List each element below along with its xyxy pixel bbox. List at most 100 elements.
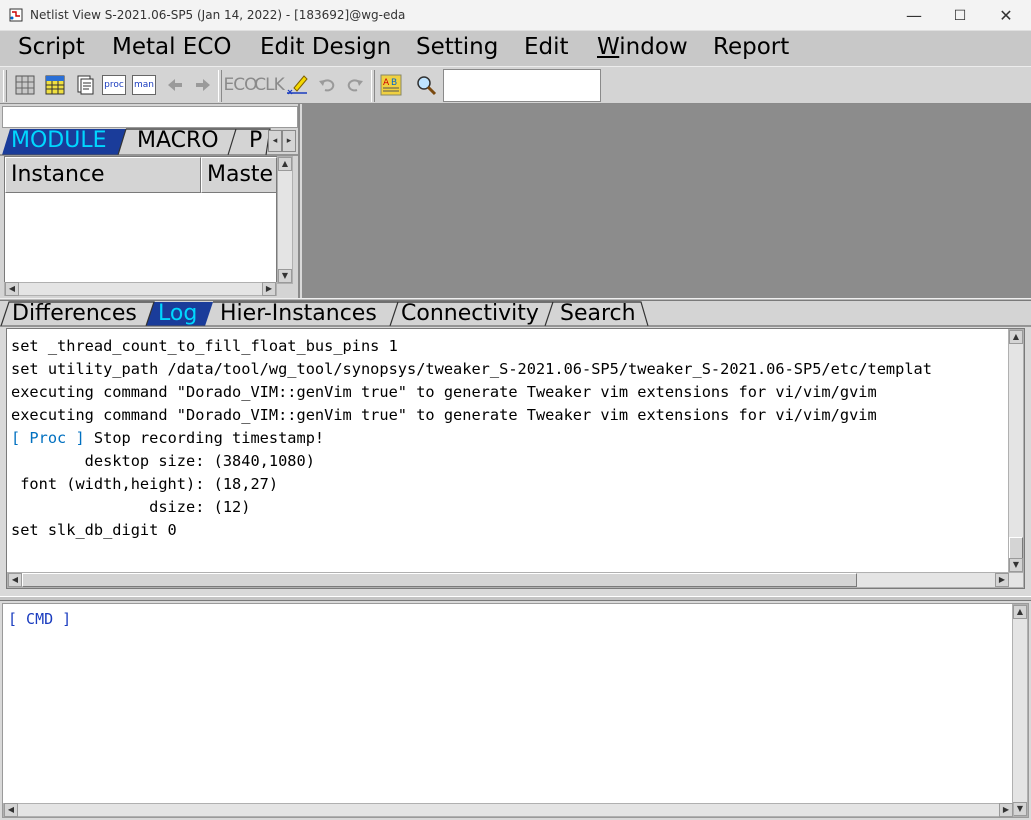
- instance-vscrollbar[interactable]: ▲ ▼: [277, 156, 293, 284]
- tab-module[interactable]: MODULE: [11, 128, 107, 156]
- menu-script[interactable]: Script: [18, 34, 85, 60]
- forward-arrow-icon: [196, 79, 210, 91]
- magnifier-icon: [417, 76, 437, 96]
- window-title: Netlist View S-2021.06-SP5 (Jan 14, 2022…: [30, 8, 406, 22]
- command-console[interactable]: [ CMD ] ▲ ▼ ◀ ▶: [2, 603, 1029, 818]
- man-button[interactable]: man: [131, 73, 157, 97]
- log-vscroll-thumb[interactable]: [1009, 537, 1023, 559]
- menu-window-mnemonic: W: [597, 34, 620, 60]
- tab-differences[interactable]: Differences: [12, 301, 137, 329]
- tab-p[interactable]: P: [249, 128, 262, 156]
- menu-report[interactable]: Report: [713, 34, 789, 60]
- toolbar: proc man ECO CLK A B: [0, 66, 1031, 104]
- log-line: set utility_path /data/tool/wg_tool/syno…: [11, 358, 932, 381]
- find-button[interactable]: [414, 73, 438, 97]
- menu-bar: Script Metal ECO Edit Design Setting Edi…: [0, 31, 1031, 66]
- log-hscrollbar[interactable]: ◀ ▶: [7, 572, 1024, 588]
- menu-window[interactable]: Window: [597, 34, 688, 60]
- instance-hscrollbar[interactable]: ◀ ▶: [4, 282, 277, 296]
- tab-scroll-right-icon[interactable]: ▸: [282, 130, 296, 152]
- undo-icon: [319, 79, 335, 92]
- svg-text:B: B: [391, 78, 397, 88]
- title-bar: Netlist View S-2021.06-SP5 (Jan 14, 2022…: [0, 0, 1031, 31]
- document-button[interactable]: [73, 73, 97, 97]
- tab-connectivity[interactable]: Connectivity: [401, 301, 539, 329]
- log-output[interactable]: set _thread_count_to_fill_float_bus_pins…: [6, 328, 1025, 589]
- menu-edit[interactable]: Edit: [524, 34, 569, 60]
- maximize-button[interactable]: ☐: [937, 0, 983, 31]
- close-button[interactable]: ✕: [983, 0, 1029, 31]
- menu-window-rest: indow: [619, 34, 688, 60]
- log-line-text: dsize: (12): [11, 498, 251, 516]
- log-line-text: Stop recording timestamp!: [84, 429, 325, 447]
- schematic-canvas[interactable]: [302, 104, 1031, 298]
- column-header-instance[interactable]: Instance: [5, 157, 201, 193]
- scroll-right-icon[interactable]: ▶: [995, 573, 1009, 587]
- scroll-down-icon[interactable]: ▼: [1009, 558, 1023, 572]
- tab-search[interactable]: Search: [560, 301, 636, 329]
- back-button[interactable]: [163, 73, 187, 97]
- tab-hier-instances[interactable]: Hier-Instances: [220, 301, 377, 329]
- document-icon: [77, 75, 94, 95]
- instance-table: Instance Maste: [4, 156, 277, 284]
- redo-button[interactable]: [343, 73, 367, 97]
- toolbar-grip[interactable]: [3, 70, 7, 102]
- scroll-left-icon[interactable]: ◀: [4, 803, 18, 817]
- eco-button[interactable]: ECO: [224, 73, 258, 97]
- log-line: font (width,height): (18,27): [11, 473, 932, 496]
- tab-log[interactable]: Log: [158, 301, 197, 329]
- log-line: executing command "Dorado_VIM::genVim tr…: [11, 381, 932, 404]
- log-lines: set _thread_count_to_fill_float_bus_pins…: [11, 335, 932, 542]
- cmd-vscrollbar[interactable]: ▲ ▼: [1012, 604, 1028, 817]
- column-header-master[interactable]: Maste: [201, 157, 277, 193]
- minimize-button[interactable]: —: [891, 0, 937, 31]
- module-filter-input[interactable]: [2, 106, 298, 128]
- highlight-button[interactable]: [285, 73, 309, 97]
- log-line: [ Proc ] Stop recording timestamp!: [11, 427, 932, 450]
- module-tabstrip: MODULE MACRO P ◂ ▸: [0, 128, 298, 156]
- cmd-splitter[interactable]: [0, 596, 1031, 601]
- cmd-hscrollbar[interactable]: ◀ ▶: [3, 803, 1014, 817]
- log-line-text: executing command "Dorado_VIM::genVim tr…: [11, 383, 877, 401]
- toolbar-separator: [218, 70, 222, 102]
- scroll-left-icon[interactable]: ◀: [5, 282, 19, 296]
- menu-setting[interactable]: Setting: [416, 34, 498, 60]
- scroll-left-icon[interactable]: ◀: [8, 573, 22, 587]
- scroll-up-icon[interactable]: ▲: [1013, 605, 1027, 619]
- log-line-text: set utility_path /data/tool/wg_tool/syno…: [11, 360, 932, 378]
- app-icon: [9, 8, 23, 22]
- undo-button[interactable]: [315, 73, 339, 97]
- log-line-text: set _thread_count_to_fill_float_bus_pins…: [11, 337, 398, 355]
- menu-edit-design[interactable]: Edit Design: [260, 34, 391, 60]
- scroll-down-icon[interactable]: ▼: [1013, 802, 1027, 816]
- redo-icon: [347, 79, 363, 92]
- scroll-down-icon[interactable]: ▼: [278, 269, 292, 283]
- tab-scroll-left-icon[interactable]: ◂: [268, 130, 282, 152]
- log-line: executing command "Dorado_VIM::genVim tr…: [11, 404, 932, 427]
- scroll-right-icon[interactable]: ▶: [999, 803, 1013, 817]
- toolbar-separator-2: [371, 70, 375, 102]
- text-color-icon: A B: [380, 74, 402, 96]
- log-line-text: desktop size: (3840,1080): [11, 452, 315, 470]
- clk-button[interactable]: CLK: [254, 73, 284, 97]
- log-line-tag: [ Proc ]: [11, 429, 85, 447]
- grid-icon: [15, 75, 35, 95]
- scroll-up-icon[interactable]: ▲: [278, 157, 292, 171]
- table-button[interactable]: [43, 73, 67, 97]
- log-hscroll-thumb[interactable]: [22, 573, 857, 587]
- scroll-right-icon[interactable]: ▶: [262, 282, 276, 296]
- log-line: desktop size: (3840,1080): [11, 450, 932, 473]
- log-line: set slk_db_digit 0: [11, 519, 932, 542]
- menu-metal-eco[interactable]: Metal ECO: [112, 34, 232, 60]
- highlight-pen-icon: [287, 75, 308, 95]
- grid-button[interactable]: [13, 73, 37, 97]
- forward-button[interactable]: [191, 73, 215, 97]
- clk-icon: CLK: [254, 75, 284, 95]
- scroll-up-icon[interactable]: ▲: [1009, 330, 1023, 344]
- text-color-button[interactable]: A B: [379, 73, 403, 97]
- log-line: set _thread_count_to_fill_float_bus_pins…: [11, 335, 932, 358]
- proc-button[interactable]: proc: [101, 73, 127, 97]
- toolbar-search-input[interactable]: [443, 69, 601, 102]
- log-vscrollbar[interactable]: ▲ ▼: [1008, 329, 1024, 573]
- tab-macro[interactable]: MACRO: [137, 128, 219, 156]
